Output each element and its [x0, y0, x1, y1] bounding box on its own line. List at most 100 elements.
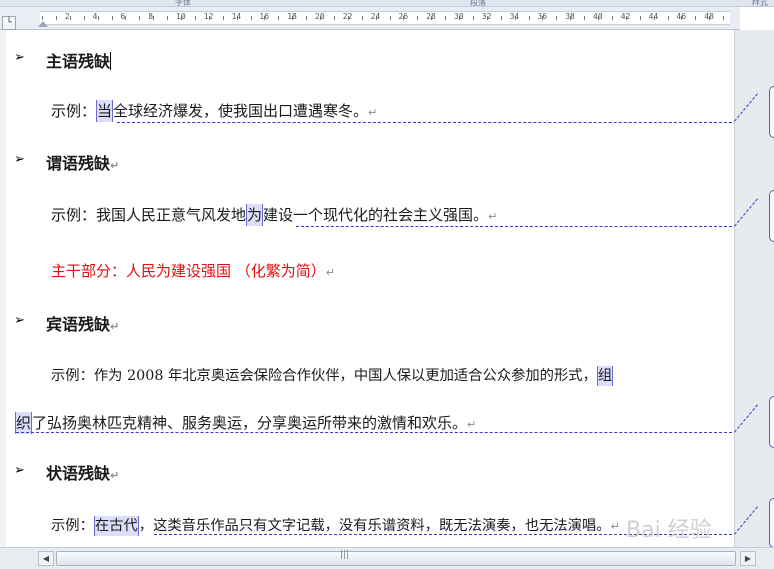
- note-text: 主干部分：人民为建设强国 （化繁为简）: [51, 262, 326, 280]
- section-heading-subject-missing[interactable]: 主语残缺: [46, 48, 112, 72]
- ruler-track[interactable]: 2 4 6 8 10 12 14 16 18 20 22 24 26 28 30 32 34 36 38 40 42 44…: [40, 11, 730, 25]
- example-text: 全球经济爆发，使我国出口遭遇寒冬。: [113, 102, 369, 120]
- tracked-change-highlight[interactable]: 在古代: [93, 516, 139, 536]
- paragraph-mark-icon: ↵: [325, 266, 335, 279]
- example-label: 示例：: [51, 206, 97, 224]
- ruler-tick: [139, 16, 141, 20]
- ruler-tick: [222, 16, 224, 20]
- ruler-number: 26: [398, 12, 409, 21]
- revision-balloon[interactable]: [769, 190, 774, 242]
- paragraph-mark-icon: ↵: [467, 418, 477, 431]
- ruler-tick: [556, 16, 558, 20]
- heading-text: 宾语残缺: [46, 315, 111, 334]
- ruler-tick: [278, 16, 280, 20]
- ruler-number: 22: [342, 12, 353, 21]
- ruler-number: 2: [64, 12, 70, 21]
- ruler-tick: [83, 16, 85, 20]
- ruler-tick: [695, 16, 697, 20]
- ribbon-group-paragraph-label: 段落: [470, 0, 486, 7]
- ruler-number: 30: [454, 12, 464, 21]
- paragraph-mark-icon: ↵: [610, 520, 620, 533]
- example-label: 示例：: [51, 518, 94, 534]
- horizontal-ruler[interactable]: └ 2 4 6 8 10 12 14 16 18 20 22 24 26 28 30 32 34 36 38 40 42…: [0, 7, 740, 30]
- ruler-number: 38: [565, 12, 575, 21]
- example-text: 我国人民正意气风发地: [96, 206, 247, 224]
- section-heading-predicate-missing[interactable]: 谓语残缺↵: [46, 150, 119, 174]
- ruler-tick: [125, 16, 127, 20]
- bullet-arrow-icon: ➢: [14, 463, 25, 478]
- tracked-change-highlight[interactable]: 为: [246, 204, 264, 226]
- paragraph-mark-icon: ↵: [110, 320, 120, 333]
- example-label: 示例：: [51, 102, 97, 120]
- scroll-left-arrow-icon[interactable]: ◀: [38, 551, 54, 566]
- ruler-number: 42: [620, 12, 631, 21]
- revision-connector-line: [117, 122, 732, 123]
- first-line-indent-marker-icon[interactable]: [38, 21, 48, 27]
- trunk-note-red[interactable]: 主干部分：人民为建设强国 （化繁为简）↵: [51, 260, 335, 281]
- ribbon-group-font-label: 字体: [175, 0, 191, 7]
- example-text: 了弘扬奥林匹克精神、服务奥运，分享奥运所带来的激情和欢乐。: [32, 414, 468, 432]
- example-line-1[interactable]: 示例：当全球经济爆发，使我国出口遭遇寒冬。↵: [51, 100, 378, 122]
- ruler-number: 12: [203, 12, 214, 21]
- ruler-number: 40: [593, 12, 603, 21]
- ruler-number: 44: [648, 12, 659, 21]
- ribbon-group-styles-label: 样式: [752, 0, 768, 7]
- ruler-tick: [55, 16, 57, 20]
- paragraph-mark-icon: ↵: [488, 210, 498, 223]
- ruler-number: 28: [426, 12, 436, 21]
- heading-text: 谓语残缺: [46, 154, 111, 173]
- paragraph-mark-icon: ↵: [110, 159, 120, 172]
- bullet-arrow-icon: ➢: [14, 152, 25, 167]
- bullet-arrow-icon: ➢: [14, 50, 25, 65]
- revision-connector-line: [296, 226, 732, 227]
- ruler-number: 16: [259, 12, 270, 21]
- horizontal-scrollbar[interactable]: ◀ ||| ▶: [0, 547, 774, 569]
- ruler-tick: [361, 16, 363, 20]
- markup-pane: [734, 30, 774, 547]
- ruler-number: 46: [676, 12, 687, 21]
- baidu-watermark: Bai 经验: [626, 518, 712, 543]
- example-line-3b[interactable]: 织了弘扬奥林匹克精神、服务奥运，分享奥运所带来的激情和欢乐。↵: [15, 412, 477, 434]
- ruler-number: 14: [231, 12, 242, 21]
- example-text: 建设一个现代化的社会主义强国。: [263, 206, 489, 224]
- tab-selector-icon[interactable]: └: [2, 16, 16, 30]
- section-heading-object-missing[interactable]: 宾语残缺↵: [46, 311, 119, 335]
- example-line-3a[interactable]: 示例：作为 2008 年北京奥运会保险合作伙伴，中国人保以更加适合公众参加的形式…: [51, 364, 614, 386]
- text-cursor: [110, 52, 112, 70]
- ruler-tick: [42, 16, 43, 20]
- document-page[interactable]: ➢ 主语残缺 示例：当全球经济爆发，使我国出口遭遇寒冬。↵ ➢ 谓语残缺↵ 示例…: [6, 30, 734, 547]
- ruler-number: 10: [176, 12, 186, 21]
- example-line-2[interactable]: 示例：我国人民正意气风发地为建设一个现代化的社会主义强国。↵: [51, 204, 498, 226]
- ruler-tick: [389, 16, 391, 20]
- heading-text: 状语残缺: [46, 464, 111, 483]
- ruler-number: 32: [481, 12, 492, 21]
- revision-balloon[interactable]: [769, 396, 774, 448]
- paragraph-mark-icon: ↵: [368, 106, 378, 119]
- ruler-number: 8: [148, 12, 154, 21]
- ruler-number: 48: [704, 12, 714, 21]
- ruler-number: 24: [370, 12, 381, 21]
- ruler-tick: [584, 16, 586, 20]
- ruler-tick: [111, 16, 113, 20]
- ruler-tick: [417, 16, 419, 20]
- scroll-right-arrow-icon[interactable]: ▶: [740, 551, 756, 566]
- section-heading-adverbial-missing[interactable]: 状语残缺↵: [46, 460, 119, 484]
- revision-balloon[interactable]: [769, 86, 774, 138]
- ruler-tick: [69, 16, 71, 20]
- example-line-4[interactable]: 示例：在古代，这类音乐作品只有文字记载，没有乐谱资料，既无法演奏，也无法演唱。↵: [51, 514, 620, 536]
- bullet-arrow-icon: ➢: [14, 313, 25, 328]
- ribbon-bottom-strip: 字体 段落 样式: [0, 0, 774, 7]
- ruler-number: 6: [120, 12, 126, 21]
- ruler-tick: [445, 16, 447, 20]
- revision-balloon[interactable]: [769, 498, 774, 548]
- ruler-tick: [528, 16, 530, 20]
- tracked-change-highlight[interactable]: 当: [96, 100, 114, 122]
- ruler-tick: [639, 16, 641, 20]
- scrollbar-thumb[interactable]: [56, 551, 736, 566]
- revision-connector-line: [16, 432, 732, 433]
- ruler-tick: [167, 16, 169, 20]
- ruler-tick: [611, 16, 613, 20]
- tracked-change-highlight[interactable]: 组: [596, 366, 614, 386]
- example-label: 示例：: [51, 368, 94, 384]
- tracked-change-highlight[interactable]: 织: [15, 412, 33, 434]
